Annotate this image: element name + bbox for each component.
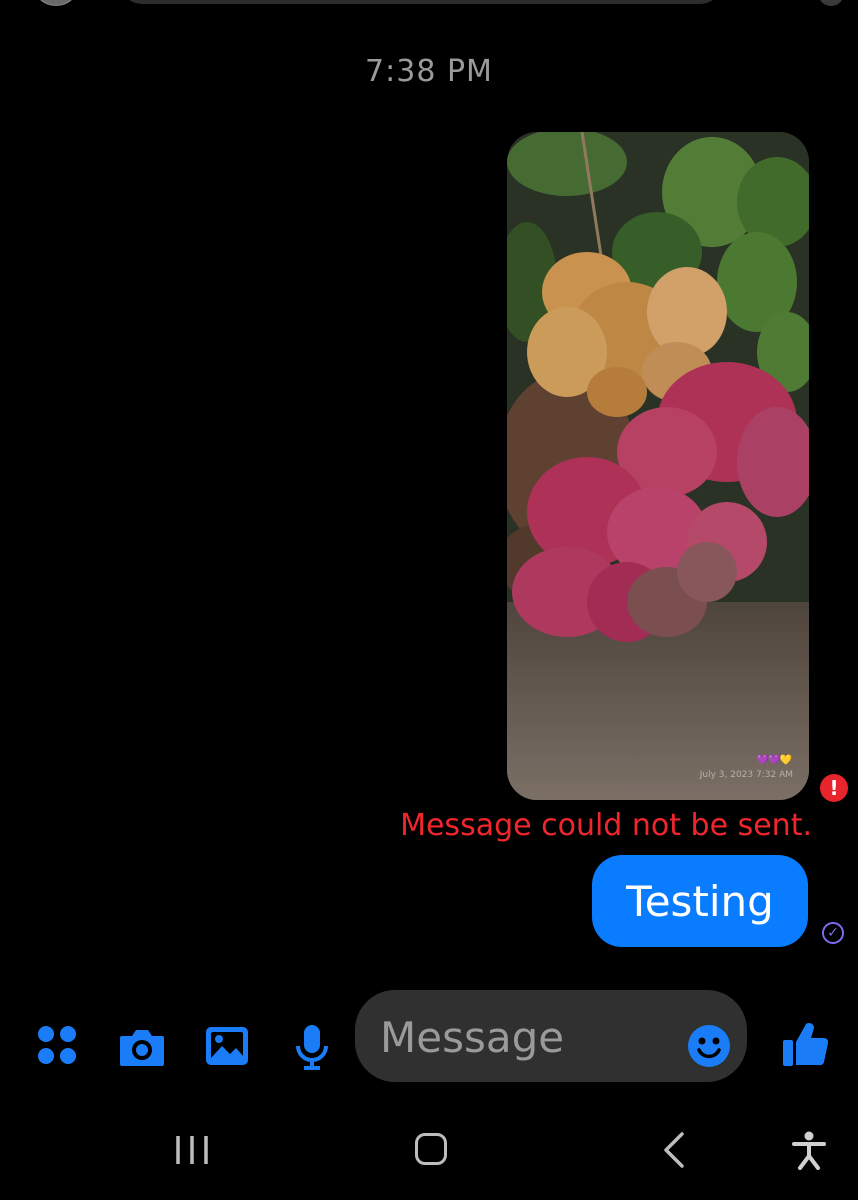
sent-check-icon: ✓ bbox=[822, 922, 844, 944]
like-icon[interactable] bbox=[780, 1018, 830, 1068]
message-timestamp: 7:38 PM bbox=[365, 54, 493, 89]
home-icon[interactable] bbox=[415, 1133, 447, 1165]
text-message-text: Testing bbox=[626, 876, 774, 926]
photo-hearts: 💜💜💛 bbox=[756, 755, 792, 766]
back-icon[interactable] bbox=[660, 1132, 690, 1168]
camera-icon[interactable] bbox=[118, 1026, 166, 1068]
microphone-icon[interactable] bbox=[294, 1024, 330, 1070]
recents-icon[interactable] bbox=[172, 1134, 212, 1166]
flower-photo bbox=[507, 132, 809, 800]
accessibility-icon[interactable] bbox=[790, 1130, 828, 1170]
gallery-icon[interactable] bbox=[205, 1026, 249, 1066]
text-message-bubble[interactable]: Testing bbox=[592, 855, 808, 947]
message-input-placeholder: Message bbox=[380, 1013, 565, 1062]
image-message[interactable]: 💜💜💛 July 3, 2023 7:32 AM bbox=[507, 132, 809, 800]
menu-dots-icon[interactable] bbox=[38, 1026, 80, 1068]
error-icon[interactable]: ! bbox=[820, 774, 848, 802]
photo-date-caption: July 3, 2023 7:32 AM bbox=[699, 770, 793, 780]
emoji-icon[interactable] bbox=[688, 1025, 730, 1067]
send-error-text[interactable]: Message could not be sent. bbox=[400, 808, 812, 843]
header-bar bbox=[120, 0, 722, 4]
contact-avatar[interactable] bbox=[32, 0, 80, 6]
header-action-icon[interactable] bbox=[818, 0, 844, 6]
